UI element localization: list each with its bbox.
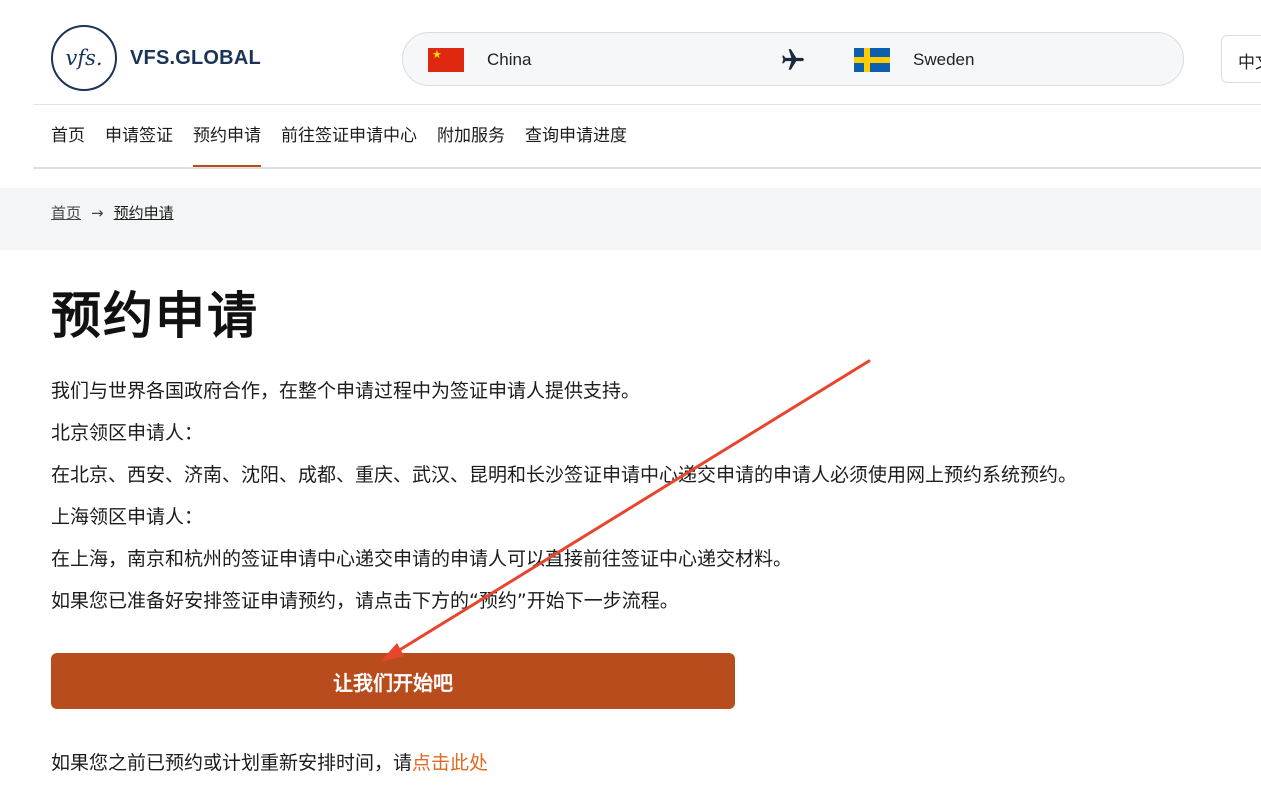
nav-item-visit-centre[interactable]: 前往签证申请中心: [281, 104, 417, 168]
nav-item-apply-visa[interactable]: 申请签证: [105, 104, 173, 168]
reschedule-prefix: 如果您之前已预约或计划重新安排时间，请: [51, 752, 413, 774]
sweden-flag-icon: [854, 48, 890, 72]
to-country: Sweden: [913, 50, 975, 69]
beijing-heading: 北京领区申请人：: [51, 422, 204, 444]
breadcrumb-current[interactable]: 预约申请: [114, 202, 174, 223]
breadcrumb-home[interactable]: 首页: [51, 202, 81, 223]
logo-mark: vfs.: [51, 25, 117, 91]
from-country: China: [487, 50, 532, 69]
site-header: vfs. VFS.GLOBAL ★ China Sweden 中文: [0, 0, 1261, 104]
nav-item-track-application[interactable]: 查询申请进度: [525, 104, 627, 168]
nav-item-book-appointment[interactable]: 预约申请: [193, 104, 261, 168]
airplane-icon: [782, 49, 804, 70]
page-title: 预约申请: [51, 287, 259, 345]
start-button[interactable]: 让我们开始吧: [51, 653, 735, 709]
instruction-text: 如果您已准备好安排签证申请预约，请点击下方的“预约”开始下一步流程。: [51, 590, 679, 612]
beijing-text: 在北京、西安、济南、沈阳、成都、重庆、武汉、昆明和长沙签证申请中心递交申请的申请…: [51, 464, 1078, 486]
language-selector[interactable]: 中文: [1221, 35, 1261, 83]
nav-item-additional-services[interactable]: 附加服务: [437, 104, 505, 168]
logo-text: VFS.GLOBAL: [130, 46, 261, 69]
arrow-right-icon: →: [91, 203, 104, 222]
nav-divider: [33, 167, 1261, 169]
reschedule-text: 如果您之前已预约或计划重新安排时间，请点击此处: [51, 748, 488, 775]
reschedule-link[interactable]: 点击此处: [412, 752, 488, 774]
breadcrumb-bar: 首页 → 预约申请: [0, 188, 1261, 250]
shanghai-text: 在上海，南京和杭州的签证申请中心递交申请的申请人可以直接前往签证中心递交材料。: [51, 548, 793, 570]
nav-item-home[interactable]: 首页: [51, 104, 85, 168]
breadcrumb: 首页 → 预约申请: [51, 202, 174, 223]
main-nav: 首页 申请签证 预约申请 前往签证申请中心 附加服务 查询申请进度: [51, 104, 647, 168]
shanghai-heading: 上海领区申请人：: [51, 506, 204, 528]
route-selector[interactable]: ★ China Sweden: [402, 32, 1184, 86]
intro-paragraph: 我们与世界各国政府合作，在整个申请过程中为签证申请人提供支持。: [51, 380, 641, 402]
china-flag-icon: ★: [428, 48, 464, 72]
vfs-global-logo[interactable]: vfs. VFS.GLOBAL: [51, 25, 261, 91]
